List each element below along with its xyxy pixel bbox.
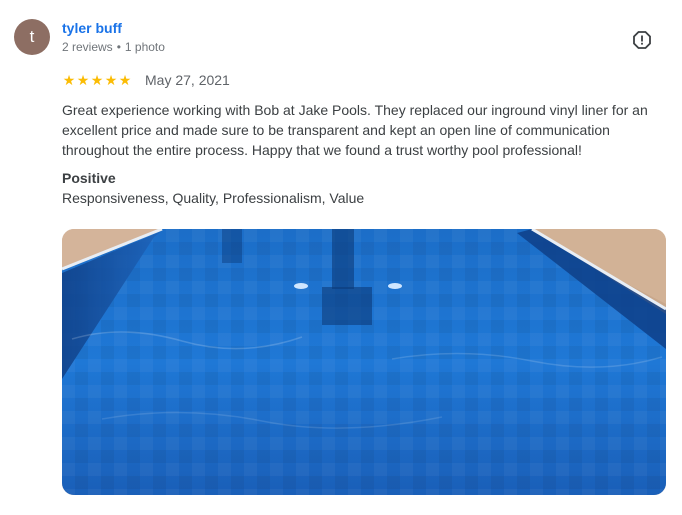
reviewer-name[interactable]: tyler buff xyxy=(62,20,122,36)
star-icon: ★ xyxy=(62,72,76,88)
star-icon: ★ xyxy=(118,72,132,88)
attributes-values: Responsiveness, Quality, Professionalism… xyxy=(62,190,365,206)
photo-count: 1 photo xyxy=(124,40,165,54)
review-text: Great experience working with Bob at Jak… xyxy=(62,102,648,158)
meta-separator: • xyxy=(116,40,121,54)
star-icon: ★ xyxy=(90,72,104,88)
review-photo[interactable] xyxy=(62,229,666,495)
rating-row: ★ ★ ★ ★ ★ May 27, 2021 xyxy=(62,72,230,88)
avatar[interactable]: t xyxy=(14,19,50,55)
flag-report-icon xyxy=(633,31,651,49)
avatar-initial: t xyxy=(29,27,35,46)
pool-photo xyxy=(62,229,666,495)
reviewer-meta: 2 reviews • 1 photo xyxy=(62,40,165,54)
report-button[interactable] xyxy=(630,28,654,52)
star-icon: ★ xyxy=(76,72,90,88)
star-icon: ★ xyxy=(104,72,118,88)
review-count: 2 reviews xyxy=(62,40,113,54)
review-date: May 27, 2021 xyxy=(145,72,230,88)
star-rating: ★ ★ ★ ★ ★ xyxy=(62,72,132,88)
attributes-title: Positive xyxy=(62,170,116,186)
